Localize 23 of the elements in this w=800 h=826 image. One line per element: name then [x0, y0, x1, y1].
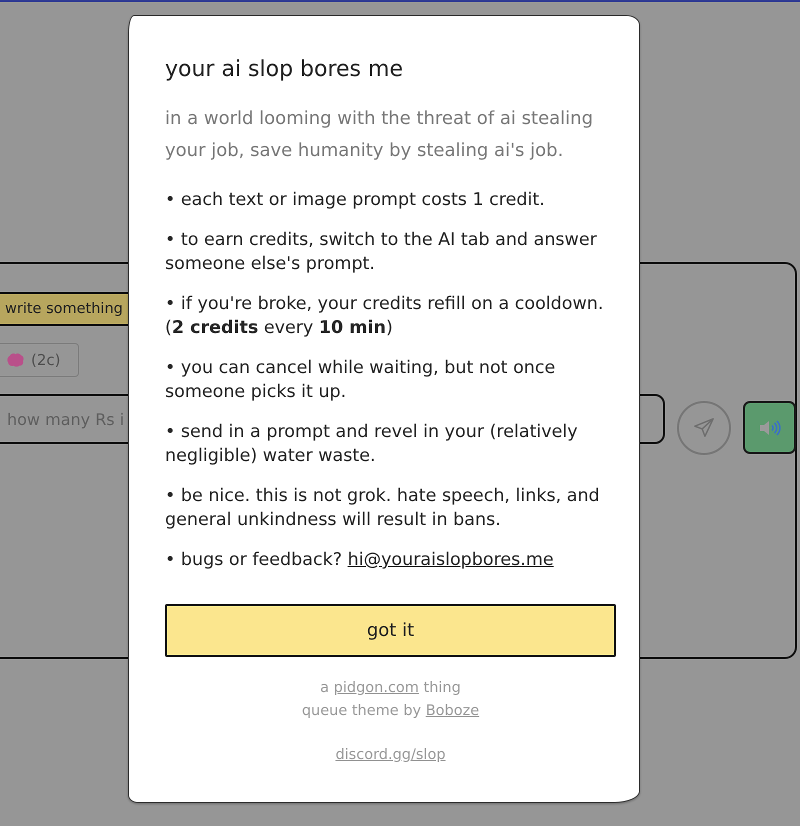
dialog-title: your ai slop bores me — [165, 56, 404, 84]
rule-text: • be nice. this is not grok. hate speech, links, and general unkindness will result in bans. — [165, 485, 601, 532]
credit-link[interactable]: pidgon.com — [334, 680, 419, 696]
rule-text: • bugs or feedback? hi@youraislopbores.me — [165, 549, 555, 572]
sound-toggle[interactable] — [743, 401, 796, 454]
email-link[interactable]: hi@youraislopbores.me — [348, 550, 554, 570]
compose-tab[interactable]: write something — [0, 292, 130, 326]
speaker-icon — [758, 418, 780, 436]
got-it-button[interactable]: got it — [165, 604, 616, 657]
credit-line: queue theme by Boboze — [302, 702, 480, 721]
rule-text: • to earn credits, switch to the AI tab and answer someone else's prompt. — [165, 229, 598, 276]
credit-line: a pidgon.com thing — [320, 679, 461, 698]
dialog-intro: in a world looming with the threat of ai stealing your job, save humanity by stealing ai's job. — [165, 107, 594, 163]
rule-text: • send in a prompt and revel in your (relatively negligible) water waste. — [165, 421, 579, 468]
send-icon — [693, 417, 715, 439]
rule-text: • each text or image prompt costs 1 credit. — [165, 189, 546, 212]
discord-link[interactable]: discord.gg/slop — [335, 744, 446, 767]
credit-cost: (2c) — [31, 351, 60, 369]
brain-icon — [7, 353, 24, 367]
rule-text: • if you're broke, your credits refill on a cooldown. (2 credits every 10 min) — [165, 293, 604, 340]
credit-link[interactable]: Boboze — [426, 703, 480, 719]
model-button[interactable]: (2c) — [0, 343, 79, 377]
rule-text: • you can cancel while waiting, but not once someone picks it up. — [165, 357, 556, 404]
